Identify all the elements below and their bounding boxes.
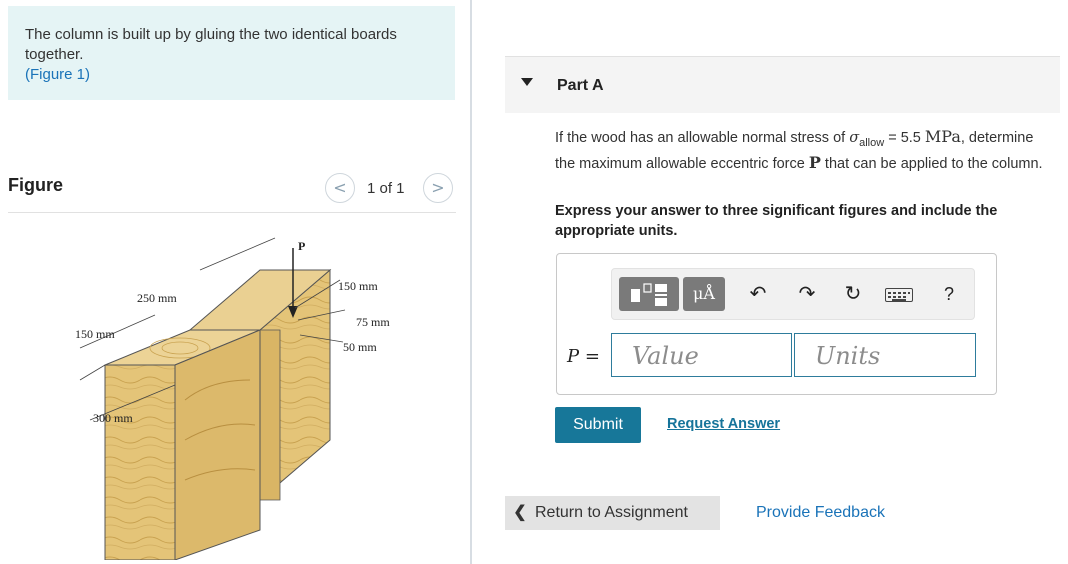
units-placeholder: Units [815,342,881,370]
figure-separator [8,212,456,213]
front-board-face [104,364,176,560]
keyboard-icon [888,292,910,301]
redo-button[interactable]: ↷ [794,281,820,307]
templates-icon [631,283,667,306]
intro-text: The column is built up by gluing the two… [25,26,397,63]
dimension-150-left-label: 150 mm [75,327,115,341]
help-button[interactable]: ? [936,281,962,307]
request-answer-link[interactable]: Request Answer [667,416,780,432]
answer-variable: P = [567,346,600,367]
problem-statement: The column is built up by gluing the two… [25,25,445,85]
next-figure-button[interactable]: > [423,173,453,203]
submit-button[interactable]: Submit [555,407,641,443]
units-icon: μÅ [693,284,715,303]
dimension-75-label: 75 mm [356,315,390,329]
load-label: P [298,239,305,253]
redo-icon: ↷ [798,283,816,305]
undo-button[interactable]: ↶ [745,281,771,307]
chevron-right-icon: > [431,178,445,197]
figure-link[interactable]: (Figure 1) [25,66,90,83]
dimension-250-label: 250 mm [137,291,177,305]
question-text: If the wood has an allowable normal stre… [555,127,1045,174]
sigma-symbol: σ [849,130,860,146]
undo-icon: ↶ [749,283,767,305]
value-placeholder: Value [632,342,699,370]
question-post: that can be applied to the column. [824,155,1043,172]
force-symbol: P [808,152,821,172]
answer-instruction: Express your answer to three significant… [555,203,998,239]
column-figure: P 250 mm 150 mm 300 mm 150 mm 75 mm 50 m… [75,237,390,560]
stress-value: = 5.5 [888,130,921,146]
provide-feedback-link[interactable]: Provide Feedback [756,504,885,522]
stress-unit: MPa [924,127,961,146]
return-to-assignment-button[interactable]: ❮ Return to Assignment [505,496,720,530]
panel-divider [470,0,472,564]
units-button[interactable]: μÅ [683,277,725,311]
sigma-subscript: allow [859,136,885,149]
templates-button[interactable] [619,277,679,311]
figure-title: Figure [8,175,64,195]
chevron-left-icon: ❮ [513,504,527,521]
chevron-left-icon: < [333,178,347,197]
dimension-150-top-label: 150 mm [338,279,378,293]
previous-figure-button[interactable]: < [325,173,355,203]
value-input[interactable]: Value [611,333,792,377]
back-board-front [259,329,281,501]
front-board-side [174,329,261,560]
figure-counter: 1 of 1 [367,180,405,197]
reset-icon: ↻ [844,283,862,305]
return-label: Return to Assignment [535,504,688,521]
reset-button[interactable]: ↻ [840,281,866,307]
units-input[interactable]: Units [794,333,976,377]
question-pre: If the wood has an allowable normal stre… [555,130,846,146]
keyboard-button[interactable] [885,288,913,302]
dimension-300-label: 300 mm [93,411,133,425]
help-icon: ? [943,284,954,304]
part-title: Part A [557,77,604,94]
collapse-caret-icon[interactable] [521,78,533,86]
dimension-50-label: 50 mm [343,340,377,354]
